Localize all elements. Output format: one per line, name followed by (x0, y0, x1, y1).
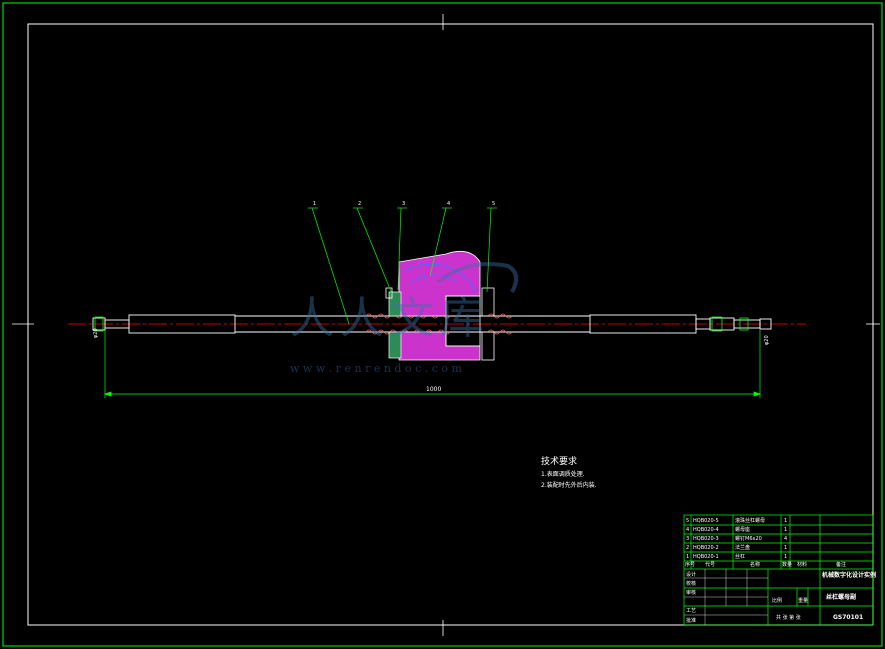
part-code: HQB020-1 (693, 554, 719, 560)
part-name: 法兰盘 (735, 544, 750, 551)
part-qty: 1 (784, 554, 787, 560)
part-code: HQB020-2 (693, 545, 719, 551)
row-label: 审核 (686, 589, 696, 596)
tech-requirement-2: 2.装配时先外后内装. (541, 481, 597, 489)
part-qty: 4 (784, 536, 787, 542)
part-name: 丝杠 (735, 553, 745, 560)
part-no: 2 (686, 545, 689, 551)
header-cell: 材料 (797, 561, 807, 568)
header-cell: 数量 (782, 561, 792, 568)
part-no: 4 (686, 527, 689, 533)
scale-label: 比例 (772, 597, 782, 604)
row-label: 设计 (686, 571, 696, 578)
part-no: 1 (686, 554, 689, 560)
drawing-subtitle: 丝杠螺母副 (826, 593, 856, 601)
drawing-number: GS70101 (833, 614, 863, 621)
weight-label: 重量 (798, 597, 808, 604)
part-qty: 1 (784, 545, 787, 551)
part-name: 螺母座 (735, 526, 750, 533)
part-qty: 1 (784, 518, 787, 524)
cad-drawing: 人人文库 w w w . r e n r e n d o c . c o m 1… (2, 2, 883, 647)
left-diameter-dim: φ20 (93, 328, 99, 338)
sheet-label: 共 张 第 张 (776, 614, 801, 621)
drawing-title: 机械数字化设计实例 (822, 571, 876, 579)
leader-label-1: 1 (313, 201, 316, 207)
signature-rows: 设计 校核 审核 工艺 批准 (686, 571, 696, 624)
leader-label-4: 4 (447, 201, 450, 207)
part-code: HQB020-5 (693, 518, 719, 524)
leader-label-5: 5 (492, 201, 495, 207)
tech-requirements-title: 技术要求 (541, 455, 577, 467)
header-cell: 代号 (705, 561, 715, 568)
row-label: 校核 (686, 580, 696, 587)
parts-list: 5 HQB020-5 滚珠丝杠螺母 1 4 HQB020-4 螺母座 1 3 H… (686, 517, 787, 560)
watermark-url: w w w . r e n r e n d o c . c o m (290, 362, 462, 375)
part-code: HQB020-4 (693, 527, 719, 533)
header-cell: 序号 (685, 561, 695, 568)
row-label: 批准 (686, 617, 696, 624)
leader-label-2: 2 (358, 201, 361, 207)
parts-header: 序号 代号 名称 数量 材料 备注 (685, 561, 846, 568)
overall-dimension-value: 1000 (426, 386, 441, 393)
header-cell: 备注 (836, 561, 846, 568)
row-label: 工艺 (686, 608, 696, 614)
part-name: 螺钉M6x20 (735, 535, 762, 542)
part-name: 滚珠丝杠螺母 (735, 517, 765, 524)
part-no: 5 (686, 518, 689, 524)
right-diameter-dim: φ20 (764, 335, 770, 345)
leader-label-3: 3 (402, 201, 405, 207)
watermark-brand: 人人文库 (290, 293, 490, 344)
part-code: HQB020-3 (693, 536, 719, 542)
header-cell: 名称 (750, 561, 760, 568)
part-qty: 1 (784, 527, 787, 533)
tech-requirement-1: 1.表面调质处理. (541, 470, 585, 478)
part-no: 3 (686, 536, 689, 542)
